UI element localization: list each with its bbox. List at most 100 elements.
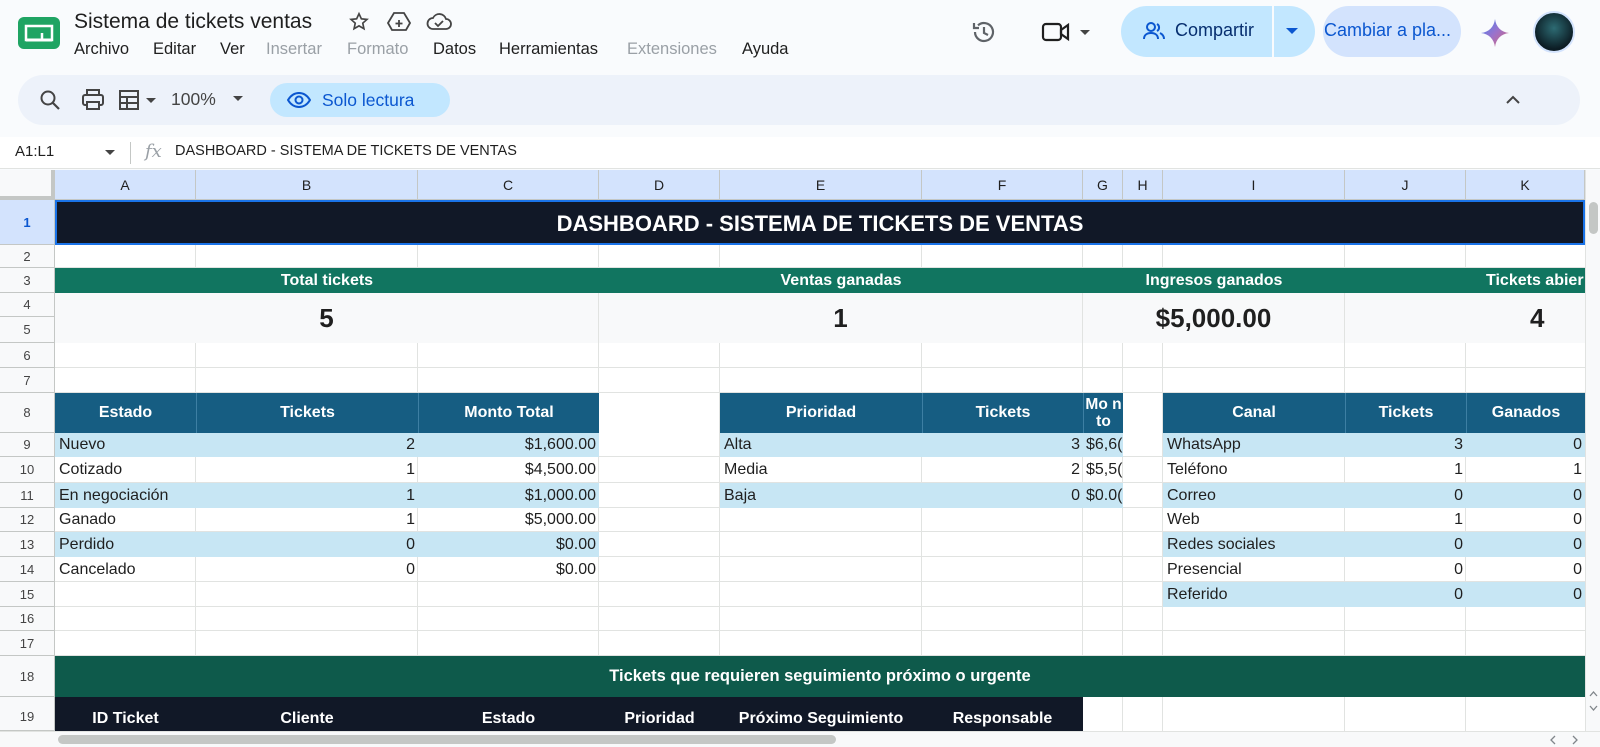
spreadsheet-grid[interactable]: A B C D E F G H I J K 1 2 3 4 5 6 7 8 9 … <box>0 170 1585 731</box>
kpi-revenue-value[interactable]: $5,000.00 <box>1083 293 1345 343</box>
kpi-total-label[interactable]: Total tickets <box>55 268 599 293</box>
column-header-g[interactable]: G <box>1083 170 1123 200</box>
select-all-corner[interactable] <box>0 170 55 200</box>
canal-cell[interactable]: Correo <box>1163 483 1345 508</box>
row-header-5[interactable]: 5 <box>0 317 55 343</box>
star-icon[interactable] <box>348 11 370 33</box>
row-header-18[interactable]: 18 <box>0 656 55 697</box>
row-header-3[interactable]: 3 <box>0 268 55 293</box>
row-header-8[interactable]: 8 <box>0 393 55 433</box>
meet-icon[interactable] <box>1040 20 1092 44</box>
prioridad-cell[interactable]: 0 <box>922 483 1083 508</box>
prioridad-header-tickets[interactable]: Tickets <box>922 393 1083 433</box>
kpi-won-label[interactable]: Ventas ganadas <box>599 268 1083 293</box>
row-header-6[interactable]: 6 <box>0 343 55 368</box>
menu-formato[interactable]: Formato <box>347 40 408 59</box>
estado-cell[interactable]: Cotizado <box>55 457 196 483</box>
canal-cell[interactable]: Redes sociales <box>1163 532 1345 557</box>
canal-cell[interactable]: 1 <box>1466 457 1585 483</box>
row-header-12[interactable]: 12 <box>0 508 55 532</box>
scroll-down-icon[interactable] <box>1589 705 1598 711</box>
print-icon[interactable] <box>81 89 105 111</box>
prioridad-cell[interactable]: Baja <box>720 483 922 508</box>
canal-cell[interactable]: 0 <box>1345 532 1466 557</box>
followup-header-id[interactable]: ID Ticket <box>55 697 196 731</box>
avatar[interactable] <box>1533 11 1575 53</box>
estado-cell[interactable]: $4,500.00 <box>418 457 599 483</box>
canal-cell[interactable]: Web <box>1163 508 1345 532</box>
column-header-d[interactable]: D <box>599 170 720 200</box>
move-to-drive-icon[interactable] <box>387 11 411 33</box>
sheets-logo-icon[interactable] <box>18 17 60 49</box>
followup-header-responsable[interactable]: Responsable <box>922 697 1083 731</box>
canal-cell[interactable]: 0 <box>1466 483 1585 508</box>
kpi-revenue-label[interactable]: Ingresos ganados <box>1083 268 1345 293</box>
estado-cell[interactable]: 0 <box>196 557 418 582</box>
canal-cell[interactable]: 0 <box>1345 483 1466 508</box>
estado-cell[interactable]: $1,600.00 <box>418 433 599 457</box>
canal-cell[interactable]: WhatsApp <box>1163 433 1345 457</box>
canal-cell[interactable]: Presencial <box>1163 557 1345 582</box>
zoom-dropdown-icon[interactable] <box>232 95 244 103</box>
canal-cell[interactable]: Teléfono <box>1163 457 1345 483</box>
menu-ver[interactable]: Ver <box>220 40 245 59</box>
version-history-icon[interactable] <box>970 18 998 46</box>
estado-header-monto[interactable]: Monto Total <box>418 393 599 433</box>
row-header-16[interactable]: 16 <box>0 607 55 631</box>
gemini-icon[interactable] <box>1480 18 1510 48</box>
zoom-value[interactable]: 100% <box>171 89 216 110</box>
prioridad-cell[interactable]: 3 <box>922 433 1083 457</box>
share-dropdown-icon[interactable] <box>1285 26 1299 36</box>
kpi-open-label[interactable]: Tickets abier <box>1345 268 1585 293</box>
row-header-7[interactable]: 7 <box>0 368 55 393</box>
canal-cell[interactable]: 0 <box>1466 508 1585 532</box>
row-header-17[interactable]: 17 <box>0 631 55 656</box>
menu-archivo[interactable]: Archivo <box>74 40 129 59</box>
estado-cell[interactable]: En negociación <box>55 483 196 508</box>
canal-header-canal[interactable]: Canal <box>1163 393 1345 433</box>
row-header-14[interactable]: 14 <box>0 557 55 582</box>
canal-header-ganados[interactable]: Ganados <box>1466 393 1585 433</box>
name-box[interactable]: A1:L1 <box>15 143 54 160</box>
prioridad-cell[interactable]: $5,5( <box>1083 457 1123 483</box>
followup-header-estado[interactable]: Estado <box>418 697 599 731</box>
estado-cell[interactable]: 0 <box>196 532 418 557</box>
horizontal-scrollbar[interactable] <box>0 731 1600 747</box>
canal-cell[interactable]: Referido <box>1163 582 1345 607</box>
vertical-scrollbar[interactable] <box>1585 170 1600 731</box>
horizontal-scroll-thumb[interactable] <box>58 735 836 744</box>
column-header-k[interactable]: K <box>1466 170 1585 200</box>
canal-cell[interactable]: 0 <box>1466 532 1585 557</box>
column-header-e[interactable]: E <box>720 170 922 200</box>
scroll-left-icon[interactable] <box>1550 735 1557 745</box>
search-icon[interactable] <box>39 89 61 111</box>
readonly-badge[interactable]: Solo lectura <box>270 83 450 117</box>
followup-header-prioridad[interactable]: Prioridad <box>599 697 720 731</box>
estado-header-estado[interactable]: Estado <box>55 393 196 433</box>
canal-cell[interactable]: 0 <box>1345 582 1466 607</box>
kpi-total-value[interactable]: 5 <box>55 293 599 343</box>
followup-header-cliente[interactable]: Cliente <box>196 697 418 731</box>
estado-cell[interactable]: $0.00 <box>418 532 599 557</box>
row-header-11[interactable]: 11 <box>0 483 55 508</box>
column-header-i[interactable]: I <box>1163 170 1345 200</box>
table-format-icon[interactable] <box>118 89 160 111</box>
kpi-won-value[interactable]: 1 <box>599 293 1083 343</box>
estado-cell[interactable]: $1,000.00 <box>418 483 599 508</box>
formula-content[interactable]: DASHBOARD - SISTEMA DE TICKETS DE VENTAS <box>175 143 517 159</box>
canal-cell[interactable]: 0 <box>1466 582 1585 607</box>
row-header-4[interactable]: 4 <box>0 293 55 317</box>
canal-cell[interactable]: 1 <box>1345 508 1466 532</box>
canal-cell[interactable]: 0 <box>1466 433 1585 457</box>
column-header-b[interactable]: B <box>196 170 418 200</box>
row-header-15[interactable]: 15 <box>0 582 55 607</box>
scroll-up-icon[interactable] <box>1589 691 1598 697</box>
menu-ayuda[interactable]: Ayuda <box>742 40 789 59</box>
column-header-f[interactable]: F <box>922 170 1083 200</box>
scroll-right-icon[interactable] <box>1572 735 1579 745</box>
name-box-dropdown-icon[interactable] <box>104 149 116 157</box>
canal-header-tickets[interactable]: Tickets <box>1345 393 1466 433</box>
estado-cell[interactable]: $5,000.00 <box>418 508 599 532</box>
prioridad-cell[interactable]: Media <box>720 457 922 483</box>
collapse-toolbar-icon[interactable] <box>1505 94 1521 104</box>
